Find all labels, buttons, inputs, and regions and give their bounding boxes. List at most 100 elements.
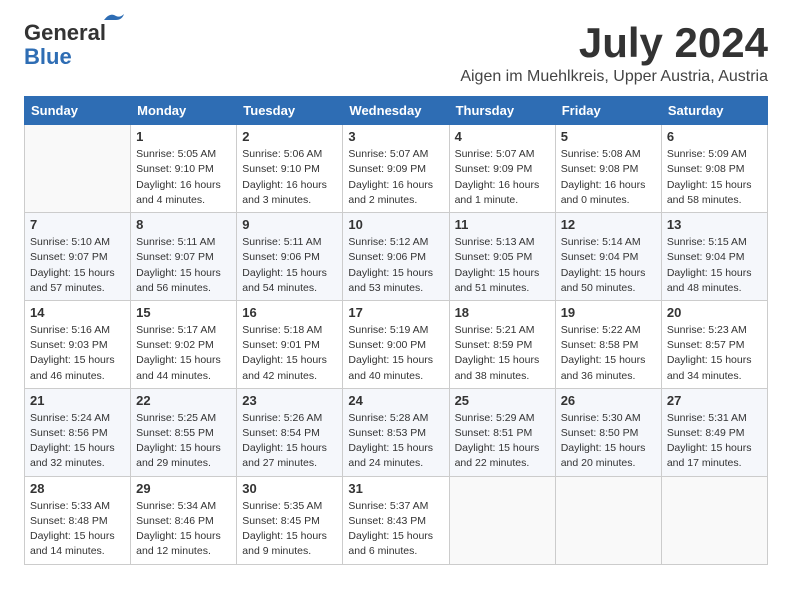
- calendar-day-15: 15 Sunrise: 5:17 AMSunset: 9:02 PMDayligh…: [131, 300, 237, 388]
- day-number: 13: [667, 217, 762, 232]
- calendar-day-17: 17 Sunrise: 5:19 AMSunset: 9:00 PMDayligh…: [343, 300, 449, 388]
- calendar-week-row: 28Sunrise: 5:33 AMSunset: 8:48 PMDayligh…: [25, 476, 768, 564]
- calendar-day-25: 25Sunrise: 5:29 AMSunset: 8:51 PMDayligh…: [449, 388, 555, 476]
- day-number: 5: [561, 129, 656, 144]
- day-number: 16: [242, 305, 337, 320]
- calendar-day-30: 30 Sunrise: 5:35 AMSunset: 8:45 PMDayligh…: [237, 476, 343, 564]
- weekday-header-monday: Monday: [131, 97, 237, 125]
- day-number: 6: [667, 129, 762, 144]
- calendar-day-12: 12 Sunrise: 5:14 AMSunset: 9:04 PMDayligh…: [555, 213, 661, 301]
- calendar-day-7: 7 Sunrise: 5:10 AMSunset: 9:07 PMDaylight…: [25, 213, 131, 301]
- day-info: Sunrise: 5:31 AMSunset: 8:49 PMDaylight:…: [667, 411, 762, 472]
- day-info: Sunrise: 5:07 AMSunset: 9:09 PMDaylight:…: [348, 147, 443, 208]
- month-title: July 2024: [460, 20, 768, 66]
- calendar-day-4: 4 Sunrise: 5:07 AMSunset: 9:09 PMDaylight…: [449, 125, 555, 213]
- calendar-day-1: 1Sunrise: 5:05 AMSunset: 9:10 PMDaylight…: [131, 125, 237, 213]
- day-number: 26: [561, 393, 656, 408]
- day-number: 31: [348, 481, 443, 496]
- day-info: Sunrise: 5:35 AMSunset: 8:45 PMDaylight:…: [242, 499, 337, 560]
- calendar-day-10: 10 Sunrise: 5:12 AMSunset: 9:06 PMDayligh…: [343, 213, 449, 301]
- calendar-day-9: 9Sunrise: 5:11 AMSunset: 9:06 PMDaylight…: [237, 213, 343, 301]
- day-number: 14: [30, 305, 125, 320]
- day-info: Sunrise: 5:07 AMSunset: 9:09 PMDaylight:…: [455, 147, 550, 208]
- day-number: 10: [348, 217, 443, 232]
- calendar-day-16: 16Sunrise: 5:18 AMSunset: 9:01 PMDayligh…: [237, 300, 343, 388]
- calendar-day-3: 3 Sunrise: 5:07 AMSunset: 9:09 PMDaylight…: [343, 125, 449, 213]
- day-number: 12: [561, 217, 656, 232]
- day-info: Sunrise: 5:26 AMSunset: 8:54 PMDaylight:…: [242, 411, 337, 472]
- day-info: Sunrise: 5:23 AMSunset: 8:57 PMDaylight:…: [667, 323, 762, 384]
- calendar-day-22: 22 Sunrise: 5:25 AMSunset: 8:55 PMDayligh…: [131, 388, 237, 476]
- day-info: Sunrise: 5:29 AMSunset: 8:51 PMDaylight:…: [455, 411, 550, 472]
- calendar-week-row: 14 Sunrise: 5:16 AMSunset: 9:03 PMDayligh…: [25, 300, 768, 388]
- weekday-header-sunday: Sunday: [25, 97, 131, 125]
- title-area: July 2024 Aigen im Muehlkreis, Upper Aus…: [460, 20, 768, 86]
- day-info: Sunrise: 5:16 AMSunset: 9:03 PMDaylight:…: [30, 323, 125, 384]
- logo-general: General: [24, 20, 106, 45]
- day-info: Sunrise: 5:22 AMSunset: 8:58 PMDaylight:…: [561, 323, 656, 384]
- calendar-table: SundayMondayTuesdayWednesdayThursdayFrid…: [24, 96, 768, 564]
- day-number: 22: [136, 393, 231, 408]
- day-number: 2: [242, 129, 337, 144]
- day-info: Sunrise: 5:12 AMSunset: 9:06 PMDaylight:…: [348, 235, 443, 296]
- weekday-header-row: SundayMondayTuesdayWednesdayThursdayFrid…: [25, 97, 768, 125]
- day-number: 20: [667, 305, 762, 320]
- day-number: 7: [30, 217, 125, 232]
- logo: General Blue: [24, 20, 106, 70]
- day-info: Sunrise: 5:37 AMSunset: 8:43 PMDaylight:…: [348, 499, 443, 560]
- calendar-empty-cell: [555, 476, 661, 564]
- day-info: Sunrise: 5:25 AMSunset: 8:55 PMDaylight:…: [136, 411, 231, 472]
- calendar-day-23: 23 Sunrise: 5:26 AMSunset: 8:54 PMDayligh…: [237, 388, 343, 476]
- day-number: 17: [348, 305, 443, 320]
- day-info: Sunrise: 5:08 AMSunset: 9:08 PMDaylight:…: [561, 147, 656, 208]
- calendar-day-26: 26 Sunrise: 5:30 AMSunset: 8:50 PMDayligh…: [555, 388, 661, 476]
- calendar-day-11: 11 Sunrise: 5:13 AMSunset: 9:05 PMDayligh…: [449, 213, 555, 301]
- day-number: 15: [136, 305, 231, 320]
- calendar-day-31: 31 Sunrise: 5:37 AMSunset: 8:43 PMDayligh…: [343, 476, 449, 564]
- day-number: 11: [455, 217, 550, 232]
- day-info: Sunrise: 5:17 AMSunset: 9:02 PMDaylight:…: [136, 323, 231, 384]
- weekday-header-friday: Friday: [555, 97, 661, 125]
- day-number: 3: [348, 129, 443, 144]
- day-info: Sunrise: 5:24 AMSunset: 8:56 PMDaylight:…: [30, 411, 125, 472]
- calendar-day-28: 28Sunrise: 5:33 AMSunset: 8:48 PMDayligh…: [25, 476, 131, 564]
- day-info: Sunrise: 5:09 AMSunset: 9:08 PMDaylight:…: [667, 147, 762, 208]
- day-number: 8: [136, 217, 231, 232]
- day-number: 29: [136, 481, 231, 496]
- day-info: Sunrise: 5:34 AMSunset: 8:46 PMDaylight:…: [136, 499, 231, 560]
- calendar-day-6: 6 Sunrise: 5:09 AMSunset: 9:08 PMDaylight…: [661, 125, 767, 213]
- page-header: General Blue July 2024 Aigen im Muehlkre…: [24, 20, 768, 86]
- day-info: Sunrise: 5:06 AMSunset: 9:10 PMDaylight:…: [242, 147, 337, 208]
- day-info: Sunrise: 5:13 AMSunset: 9:05 PMDaylight:…: [455, 235, 550, 296]
- calendar-week-row: 21 Sunrise: 5:24 AMSunset: 8:56 PMDayligh…: [25, 388, 768, 476]
- day-info: Sunrise: 5:10 AMSunset: 9:07 PMDaylight:…: [30, 235, 125, 296]
- calendar-empty-cell: [25, 125, 131, 213]
- day-number: 24: [348, 393, 443, 408]
- calendar-day-14: 14 Sunrise: 5:16 AMSunset: 9:03 PMDayligh…: [25, 300, 131, 388]
- day-info: Sunrise: 5:15 AMSunset: 9:04 PMDaylight:…: [667, 235, 762, 296]
- calendar-day-21: 21 Sunrise: 5:24 AMSunset: 8:56 PMDayligh…: [25, 388, 131, 476]
- calendar-day-5: 5 Sunrise: 5:08 AMSunset: 9:08 PMDaylight…: [555, 125, 661, 213]
- calendar-body: 1Sunrise: 5:05 AMSunset: 9:10 PMDaylight…: [25, 125, 768, 564]
- calendar-day-29: 29 Sunrise: 5:34 AMSunset: 8:46 PMDayligh…: [131, 476, 237, 564]
- day-info: Sunrise: 5:11 AMSunset: 9:06 PMDaylight:…: [242, 235, 337, 296]
- logo-blue: Blue: [24, 44, 72, 70]
- day-number: 30: [242, 481, 337, 496]
- day-number: 23: [242, 393, 337, 408]
- calendar-week-row: 7 Sunrise: 5:10 AMSunset: 9:07 PMDaylight…: [25, 213, 768, 301]
- calendar-day-13: 13 Sunrise: 5:15 AMSunset: 9:04 PMDayligh…: [661, 213, 767, 301]
- day-info: Sunrise: 5:30 AMSunset: 8:50 PMDaylight:…: [561, 411, 656, 472]
- day-info: Sunrise: 5:19 AMSunset: 9:00 PMDaylight:…: [348, 323, 443, 384]
- day-info: Sunrise: 5:21 AMSunset: 8:59 PMDaylight:…: [455, 323, 550, 384]
- location-title: Aigen im Muehlkreis, Upper Austria, Aust…: [460, 68, 768, 86]
- day-number: 21: [30, 393, 125, 408]
- calendar-day-18: 18Sunrise: 5:21 AMSunset: 8:59 PMDayligh…: [449, 300, 555, 388]
- day-info: Sunrise: 5:14 AMSunset: 9:04 PMDaylight:…: [561, 235, 656, 296]
- calendar-day-19: 19 Sunrise: 5:22 AMSunset: 8:58 PMDayligh…: [555, 300, 661, 388]
- day-number: 28: [30, 481, 125, 496]
- day-number: 19: [561, 305, 656, 320]
- day-number: 27: [667, 393, 762, 408]
- day-number: 4: [455, 129, 550, 144]
- calendar-day-24: 24Sunrise: 5:28 AMSunset: 8:53 PMDayligh…: [343, 388, 449, 476]
- calendar-day-27: 27 Sunrise: 5:31 AMSunset: 8:49 PMDayligh…: [661, 388, 767, 476]
